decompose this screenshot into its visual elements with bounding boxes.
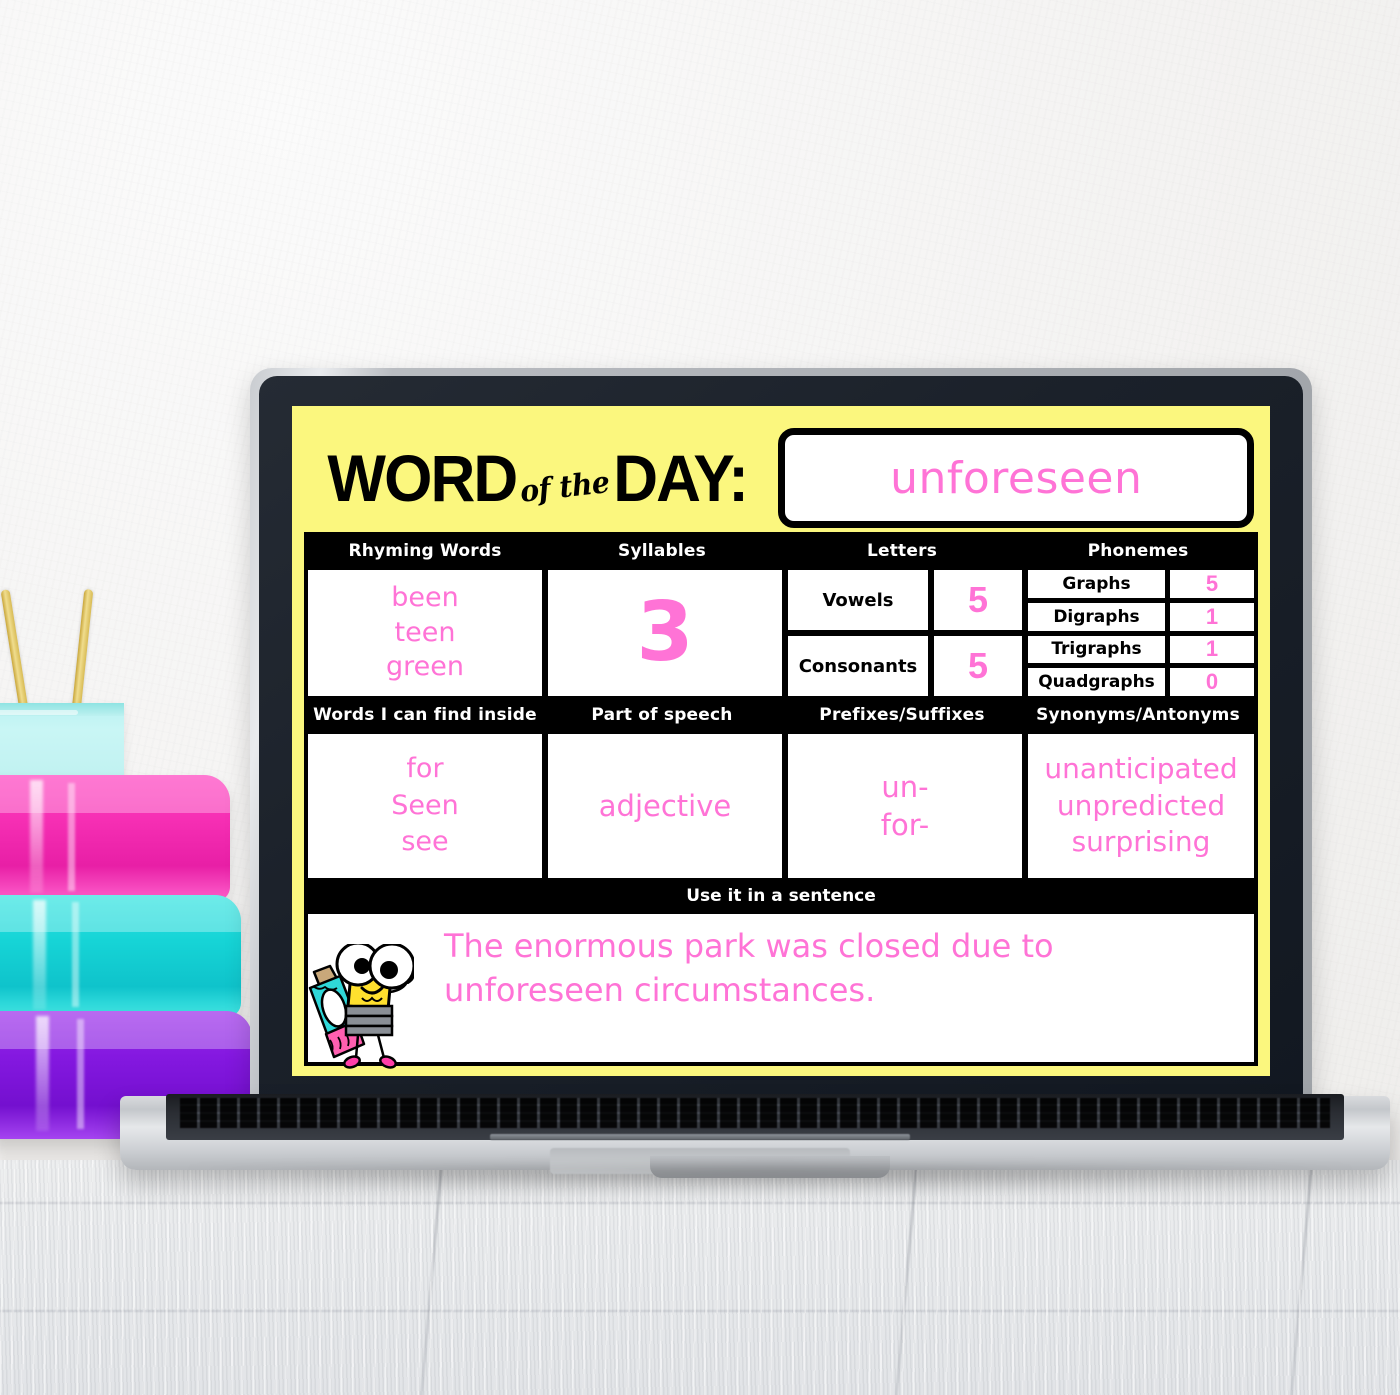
header-rhyming-words: Rhyming Words <box>348 541 502 561</box>
rhyming-word-3: green <box>386 651 464 683</box>
cell-rhyming-words[interactable]: been teen green <box>308 570 542 696</box>
title-of-the: of the <box>518 465 611 510</box>
body-row-1: been teen green 3 Vowels 5 Consonants 5 … <box>308 570 1254 696</box>
header-syllables: Syllables <box>618 541 706 561</box>
label-quadgraphs: Quadgraphs <box>1028 668 1165 696</box>
value-consonants[interactable]: 5 <box>934 636 1022 696</box>
header-row-2: Words I can find inside Part of speech P… <box>308 700 1254 730</box>
rhyming-word-1: been <box>391 582 459 614</box>
header-synonyms-antonyms: Synonyms/Antonyms <box>1036 705 1240 725</box>
rhyming-word-2: teen <box>394 616 456 648</box>
cell-phonemes: Graphs 5 Digraphs 1 Trigraphs 1 Quadgrap… <box>1028 570 1254 696</box>
body-row-2: for Seen see adjective un- for- unantici… <box>308 734 1254 878</box>
sentence-input-box[interactable]: The enormous park was closed due to unfo… <box>308 914 1254 1062</box>
affix-2: for- <box>880 808 930 842</box>
value-digraphs[interactable]: 1 <box>1170 602 1254 631</box>
cell-syllables[interactable]: 3 <box>548 570 782 696</box>
value-quadgraphs[interactable]: 0 <box>1170 668 1254 696</box>
header-prefixes-suffixes: Prefixes/Suffixes <box>819 705 985 725</box>
word-of-the-day-slide: WORD of the DAY: unforeseen Rhyming Words … <box>292 406 1270 1076</box>
cell-synonyms-antonyms[interactable]: unanticipated unpredicted surprising <box>1028 734 1254 878</box>
synonym-2: unpredicted <box>1056 788 1226 822</box>
page-title: WORD of the DAY: <box>327 441 749 515</box>
cell-words-inside[interactable]: for Seen see <box>308 734 542 878</box>
label-digraphs: Digraphs <box>1028 602 1165 631</box>
cell-part-of-speech[interactable]: adjective <box>548 734 782 878</box>
laptop-spacebar <box>490 1134 910 1140</box>
phoneme-row-graphs: Graphs 5 <box>1028 570 1254 598</box>
word-inside-2: Seen <box>391 789 459 821</box>
phoneme-row-digraphs: Digraphs 1 <box>1028 602 1254 631</box>
word-value: unforeseen <box>890 452 1143 504</box>
laptop-base <box>120 1094 1390 1178</box>
letters-vowels-row: Vowels 5 <box>788 570 1022 630</box>
slide-header: WORD of the DAY: unforeseen <box>304 420 1258 532</box>
laptop: WORD of the DAY: unforeseen Rhyming Words … <box>120 368 1390 1198</box>
header-use-it-in-a-sentence: Use it in a sentence <box>686 886 876 906</box>
word-inside-3: see <box>401 826 449 858</box>
title-word: WORD <box>327 441 518 515</box>
pencil-mascot-icon <box>308 944 414 1069</box>
header-phonemes: Phonemes <box>1087 541 1189 561</box>
word-inside-1: for <box>406 753 444 785</box>
photo-scene: WORD of the DAY: unforeseen Rhyming Words … <box>0 0 1400 1395</box>
header-row-1: Rhyming Words Syllables Letters Phonemes <box>308 536 1254 566</box>
laptop-screen: WORD of the DAY: unforeseen Rhyming Words … <box>292 406 1270 1076</box>
value-graphs[interactable]: 5 <box>1170 570 1254 598</box>
cell-prefixes-suffixes[interactable]: un- for- <box>788 734 1022 878</box>
title-day: DAY: <box>613 441 749 515</box>
synonym-1: unanticipated <box>1044 752 1238 786</box>
word-study-grid: Rhyming Words Syllables Letters Phonemes… <box>304 532 1258 1066</box>
label-graphs: Graphs <box>1028 570 1165 598</box>
header-part-of-speech: Part of speech <box>591 705 733 725</box>
value-vowels[interactable]: 5 <box>934 570 1022 630</box>
affix-1: un- <box>881 769 929 804</box>
header-words-inside: Words I can find inside <box>313 705 537 725</box>
synonym-3: surprising <box>1071 825 1211 859</box>
laptop-keys <box>180 1098 1330 1128</box>
label-trigraphs: Trigraphs <box>1028 635 1165 664</box>
label-consonants: Consonants <box>788 636 928 696</box>
phoneme-row-quadgraphs: Quadgraphs 0 <box>1028 668 1254 696</box>
laptop-shadow <box>180 1166 1360 1192</box>
header-letters: Letters <box>866 541 938 561</box>
cell-letters: Vowels 5 Consonants 5 <box>788 570 1022 696</box>
letters-consonants-row: Consonants 5 <box>788 636 1022 696</box>
label-vowels: Vowels <box>788 570 928 630</box>
phoneme-row-trigraphs: Trigraphs 1 <box>1028 635 1254 664</box>
word-input-box[interactable]: unforeseen <box>778 428 1254 528</box>
value-trigraphs[interactable]: 1 <box>1170 635 1254 664</box>
